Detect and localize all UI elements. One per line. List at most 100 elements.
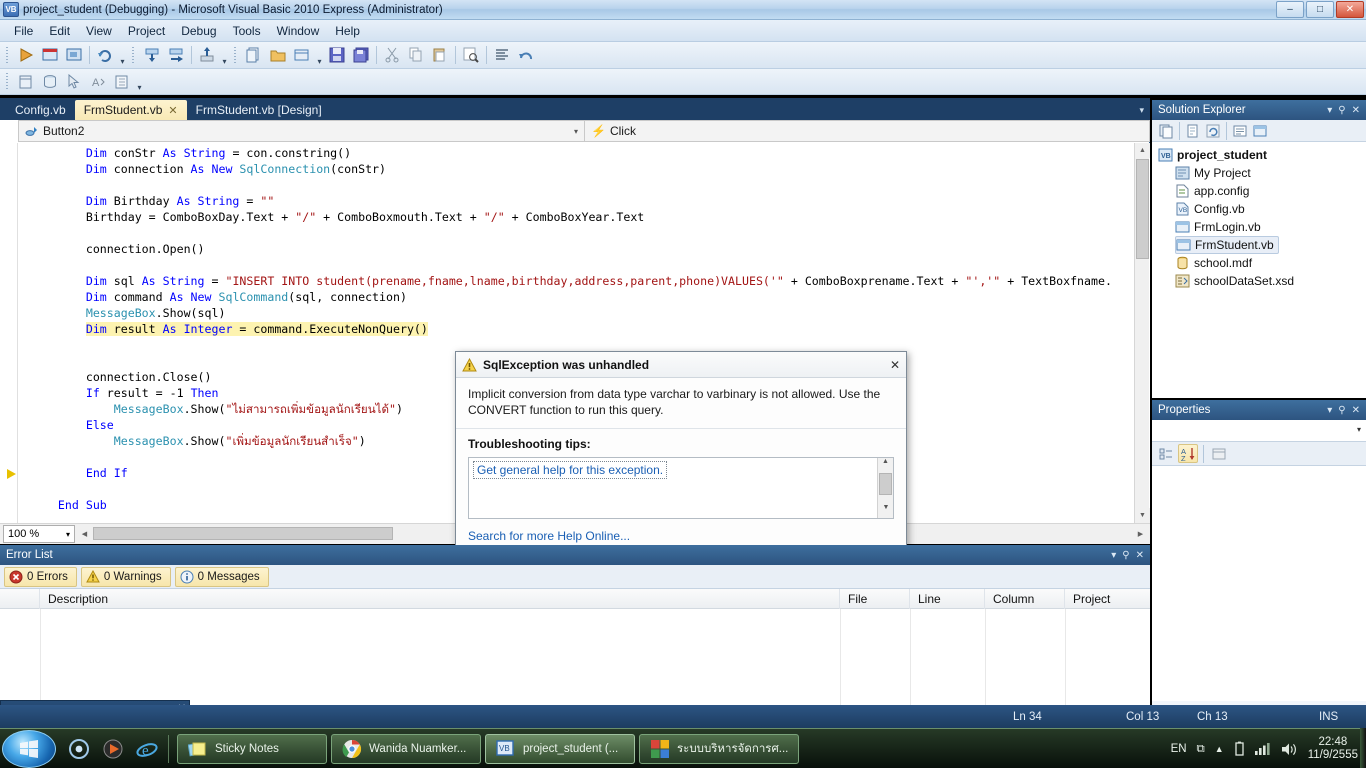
navigation-member-dropdown[interactable]: ⚡ Click [585,121,636,141]
network-signal-icon[interactable] [1254,742,1271,756]
close-icon[interactable]: ✕ [1136,550,1144,561]
tip-link-general-help[interactable]: Get general help for this exception. [473,461,668,479]
close-icon[interactable]: ✕ [168,104,177,117]
chevron-down-icon[interactable]: ▾ [1111,550,1116,561]
tree-item-school-mdf[interactable]: school.mdf [1175,254,1366,272]
view-code-icon[interactable] [1230,121,1250,140]
scroll-up-icon[interactable]: ▲ [1135,143,1150,158]
network-flyout-icon[interactable]: ⧉ [1197,743,1205,756]
alphabetical-icon[interactable]: AZ [1178,444,1198,463]
start-button[interactable] [2,729,56,768]
toolbar-grip[interactable] [5,46,11,64]
toolbox-icon[interactable] [63,71,85,92]
show-hidden-icons-icon[interactable]: ▲ [1215,744,1224,754]
pin-icon[interactable]: ⚲ [1338,105,1345,116]
new-project-icon[interactable] [243,45,265,66]
toolbar-overflow-1[interactable]: ▾ [117,45,128,66]
messages-filter-button[interactable]: 0 Messages [174,566,269,587]
comment-icon[interactable] [491,45,513,66]
column-header-icon[interactable] [0,588,40,609]
menu-project[interactable]: Project [120,22,173,40]
volume-icon[interactable] [1281,742,1298,757]
code-vertical-scrollbar[interactable]: ▲ ▼ [1134,143,1150,523]
show-all-files-icon[interactable] [1183,121,1203,140]
solution-tree[interactable]: VB project_student My Project app.config… [1152,142,1366,398]
taskbar-item-project-student[interactable]: VB project_student (... [485,733,635,764]
chevron-down-icon[interactable]: ▾ [66,530,70,539]
refresh-icon[interactable] [1203,121,1223,140]
show-desktop-icon[interactable] [66,736,92,762]
column-header-description[interactable]: Description [40,588,840,609]
chevron-down-icon[interactable]: ▾ [574,127,578,136]
zoom-level-dropdown[interactable]: 100 % ▾ [3,525,75,543]
properties-grid[interactable] [1152,466,1366,701]
taskbar-item-thai-app[interactable]: ระบบบริหารจัดการศ... [639,733,800,764]
warnings-filter-button[interactable]: 0 Warnings [80,566,171,587]
taskbar-item-sticky-notes[interactable]: Sticky Notes [177,733,327,764]
close-icon[interactable]: ✕ [1352,405,1360,416]
clock[interactable]: 22:48 11/9/2555 [1308,736,1358,762]
breakpoint-indicator-margin[interactable] [0,143,18,523]
toolbar-grip-2[interactable] [131,46,137,64]
tree-item-app-config[interactable]: app.config [1175,182,1366,200]
tree-item-schooldataset-xsd[interactable]: schoolDataSet.xsd [1175,272,1366,290]
scrollbar-thumb[interactable] [1136,159,1149,259]
copy-icon[interactable] [405,45,427,66]
stop-debugging-icon[interactable] [63,45,85,66]
scroll-down-icon[interactable]: ▼ [1135,508,1150,523]
menu-view[interactable]: View [78,22,120,40]
menu-tools[interactable]: Tools [225,22,269,40]
add-item-dropdown[interactable]: ▾ [314,45,325,66]
minimize-button[interactable]: – [1276,1,1304,18]
step-into-icon[interactable] [141,45,163,66]
solution-explorer-icon[interactable] [15,71,37,92]
chevron-down-icon[interactable]: ▾ [1139,105,1144,116]
column-header-line[interactable]: Line [910,588,985,609]
save-icon[interactable] [326,45,348,66]
scroll-right-icon[interactable]: ▶ [1133,526,1148,542]
hscrollbar-thumb[interactable] [93,527,393,540]
language-indicator[interactable]: EN [1171,743,1187,755]
menu-file[interactable]: File [6,22,41,40]
open-file-icon[interactable] [267,45,289,66]
properties-icon[interactable] [1156,121,1176,140]
properties-object-combo[interactable]: ▾ [1152,420,1366,442]
column-header-project[interactable]: Project [1065,589,1150,609]
pin-icon[interactable]: ⚲ [1122,550,1129,561]
categorized-icon[interactable] [1156,444,1176,463]
cut-icon[interactable] [381,45,403,66]
paste-icon[interactable] [429,45,451,66]
navigation-object-dropdown[interactable]: Button2 ▾ [19,121,585,141]
save-all-icon[interactable] [350,45,372,66]
restart-icon[interactable] [94,45,116,66]
show-desktop-strip[interactable] [1360,728,1366,768]
properties-window-icon[interactable]: A [87,71,109,92]
menu-window[interactable]: Window [269,22,328,40]
tab-frmstudent-vb[interactable]: FrmStudent.vb ✕ [74,100,187,120]
menu-debug[interactable]: Debug [173,22,224,40]
troubleshooting-tips-list[interactable]: Get general help for this exception. ▲ ▼ [468,457,894,519]
toolbar-grip-3[interactable] [233,46,239,64]
chevron-down-icon[interactable]: ▾ [1357,425,1361,434]
break-all-icon[interactable] [39,45,61,66]
close-button[interactable]: ✕ [1336,1,1364,18]
battery-icon[interactable] [1234,741,1245,757]
tree-item-frmlogin-vb[interactable]: FrmLogin.vb [1175,218,1366,236]
tree-item-frmstudent-vb[interactable]: FrmStudent.vb [1175,236,1279,254]
close-icon[interactable]: ✕ [1352,105,1360,116]
close-icon[interactable]: ✕ [890,358,900,372]
scroll-up-icon[interactable]: ▲ [878,458,893,472]
toolbar-overflow-2[interactable]: ▾ [219,45,230,66]
menu-help[interactable]: Help [327,22,368,40]
scrollbar-thumb[interactable] [879,473,892,495]
view-designer-icon[interactable] [1250,121,1270,140]
column-header-file[interactable]: File [840,588,910,609]
object-browser-icon[interactable] [39,71,61,92]
media-player-icon[interactable] [100,736,126,762]
internet-explorer-icon[interactable]: e [134,736,160,762]
find-icon[interactable] [460,45,482,66]
step-out-icon[interactable] [196,45,218,66]
column-header-column[interactable]: Column [985,588,1065,609]
scroll-left-icon[interactable]: ◀ [77,526,92,542]
property-pages-icon[interactable] [1209,444,1229,463]
